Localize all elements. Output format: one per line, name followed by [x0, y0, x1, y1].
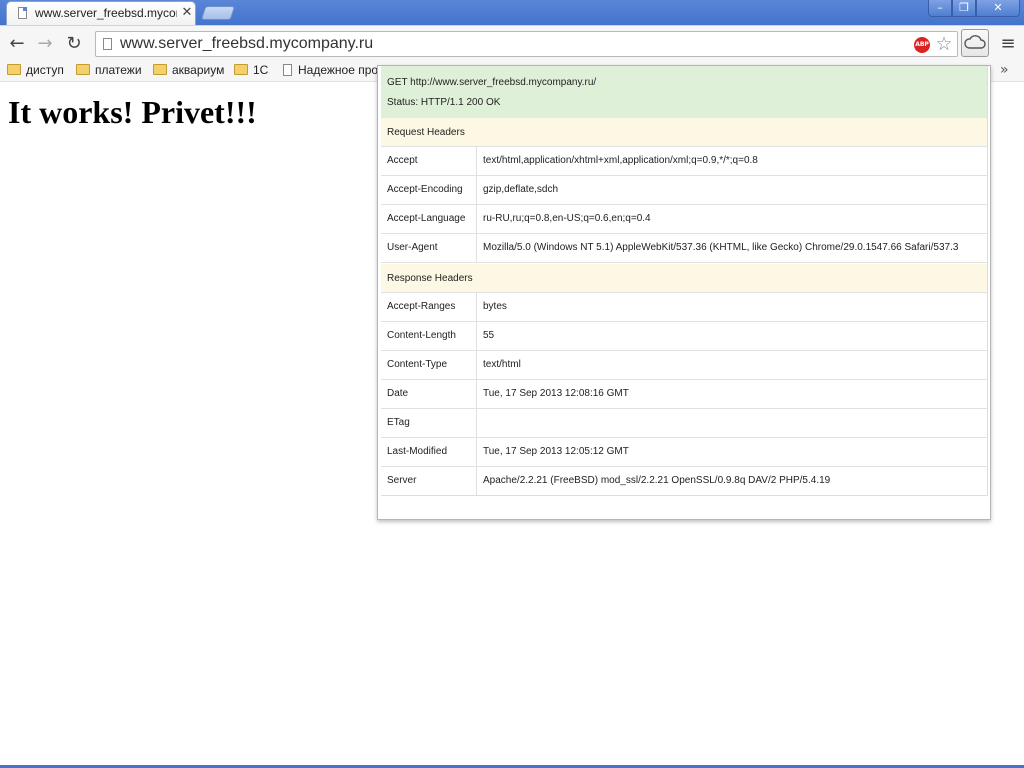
- back-button[interactable]: ←: [5, 32, 29, 56]
- bookmark-label: 1С: [253, 63, 269, 77]
- header-value: Apache/2.2.21 (FreeBSD) mod_ssl/2.2.21 O…: [483, 475, 831, 486]
- header-row: Accept text/html,application/xhtml+xml,a…: [381, 147, 987, 176]
- header-row: User-Agent Mozilla/5.0 (Windows NT 5.1) …: [381, 234, 987, 263]
- header-name: Content-Type: [381, 351, 477, 379]
- header-row: Accept-Language ru-RU,ru;q=0.8,en-US;q=0…: [381, 205, 987, 234]
- maximize-button[interactable]: ❐: [952, 0, 976, 17]
- status-label: Status:: [387, 97, 419, 108]
- header-value: Tue, 17 Sep 2013 12:05:12 GMT: [483, 446, 629, 457]
- header-value: ru-RU,ru;q=0.8,en-US;q=0.6,en;q=0.4: [483, 213, 651, 224]
- folder-icon: [7, 64, 21, 76]
- header-value: text/html,application/xhtml+xml,applicat…: [483, 155, 758, 166]
- header-name: Accept-Language: [381, 205, 477, 233]
- more-bookmarks-chevron-icon[interactable]: »: [1000, 62, 1009, 78]
- header-value: gzip,deflate,sdch: [483, 184, 559, 195]
- bookmark-star-icon[interactable]: ☆: [934, 33, 954, 55]
- adblock-icon[interactable]: ABP: [914, 37, 930, 53]
- header-value: Tue, 17 Sep 2013 12:08:16 GMT: [483, 388, 629, 399]
- bookmark-label: Надежное прое: [298, 63, 385, 77]
- url-text[interactable]: www.server_freebsd.mycompany.ru: [120, 35, 373, 55]
- address-bar[interactable]: www.server_freebsd.mycompany.ru ABP ☆: [95, 31, 958, 57]
- header-value: text/html: [483, 359, 521, 370]
- bookmark-label: платежи: [95, 63, 142, 77]
- request-summary: GET http://www.server_freebsd.mycompany.…: [381, 66, 987, 118]
- request-headers-section: Request Headers: [381, 118, 987, 147]
- bookmark-folder-item[interactable]: платежи: [76, 63, 142, 79]
- header-row: Date Tue, 17 Sep 2013 12:08:16 GMT: [381, 380, 987, 409]
- browser-toolbar: ← → ↻ www.server_freebsd.mycompany.ru AB…: [0, 25, 1024, 62]
- header-row: Content-Type text/html: [381, 351, 987, 380]
- header-value: Mozilla/5.0 (Windows NT 5.1) AppleWebKit…: [483, 242, 959, 253]
- folder-icon: [234, 64, 248, 76]
- menu-button[interactable]: ≡: [996, 33, 1020, 55]
- request-url[interactable]: http://www.server_freebsd.mycompany.ru/: [410, 77, 596, 88]
- request-line: GET http://www.server_freebsd.mycompany.…: [387, 77, 596, 88]
- header-name: Server: [381, 467, 477, 495]
- status-line: Status: HTTP/1.1 200 OK: [387, 97, 500, 108]
- header-row: Server Apache/2.2.21 (FreeBSD) mod_ssl/2…: [381, 467, 987, 495]
- tab-title: www.server_freebsd.mycompany.ru: [35, 6, 177, 20]
- header-name: Accept-Encoding: [381, 176, 477, 204]
- page-icon: [18, 7, 27, 19]
- reload-button[interactable]: ↻: [62, 32, 86, 56]
- headers-table: GET http://www.server_freebsd.mycompany.…: [381, 66, 988, 496]
- header-name: Last-Modified: [381, 438, 477, 466]
- browser-tab-active[interactable]: www.server_freebsd.mycompany.ru ✕: [6, 1, 196, 25]
- response-headers-section: Response Headers: [381, 264, 987, 293]
- page-icon: [103, 38, 112, 50]
- page-icon: [283, 63, 292, 76]
- section-title: Request Headers: [387, 127, 465, 138]
- title-bar: www.server_freebsd.mycompany.ru ✕ – ❐ ✕: [0, 0, 1024, 25]
- http-headers-popup: GET http://www.server_freebsd.mycompany.…: [377, 65, 991, 520]
- header-row: ETag: [381, 409, 987, 438]
- cloud-icon: [964, 35, 986, 49]
- folder-icon: [76, 64, 90, 76]
- page-heading: It works! Privet!!!: [8, 94, 257, 130]
- header-value: 55: [483, 330, 495, 341]
- header-row: Accept-Encoding gzip,deflate,sdch: [381, 176, 987, 205]
- section-title: Response Headers: [387, 273, 473, 284]
- header-row: Last-Modified Tue, 17 Sep 2013 12:05:12 …: [381, 438, 987, 467]
- bookmark-label: диступ: [26, 63, 64, 77]
- close-window-button[interactable]: ✕: [976, 0, 1020, 17]
- header-name: Accept: [381, 147, 477, 175]
- header-row: Content-Length 55: [381, 322, 987, 351]
- header-name: Accept-Ranges: [381, 293, 477, 321]
- header-value: bytes: [483, 301, 507, 312]
- new-tab-button[interactable]: [200, 6, 236, 20]
- header-row: Accept-Ranges bytes: [381, 293, 987, 322]
- header-value: [483, 409, 987, 437]
- status-value: HTTP/1.1 200 OK: [420, 97, 501, 108]
- minimize-button[interactable]: –: [928, 0, 952, 17]
- bookmark-folder-item[interactable]: диступ: [7, 63, 64, 79]
- bookmark-folder-item[interactable]: аквариум: [153, 63, 224, 79]
- close-tab-icon[interactable]: ✕: [180, 5, 194, 21]
- header-name: Date: [381, 380, 477, 408]
- extension-cloud-button[interactable]: [961, 29, 989, 57]
- header-name: Content-Length: [381, 322, 477, 350]
- header-name: User-Agent: [381, 234, 477, 262]
- header-name: ETag: [381, 409, 477, 437]
- bookmark-folder-item[interactable]: 1С: [234, 63, 268, 79]
- bookmark-page-item[interactable]: Надежное прое: [283, 63, 385, 79]
- folder-icon: [153, 64, 167, 76]
- request-method: GET: [387, 77, 408, 88]
- forward-button[interactable]: →: [33, 32, 57, 56]
- bookmark-label: аквариум: [172, 63, 225, 77]
